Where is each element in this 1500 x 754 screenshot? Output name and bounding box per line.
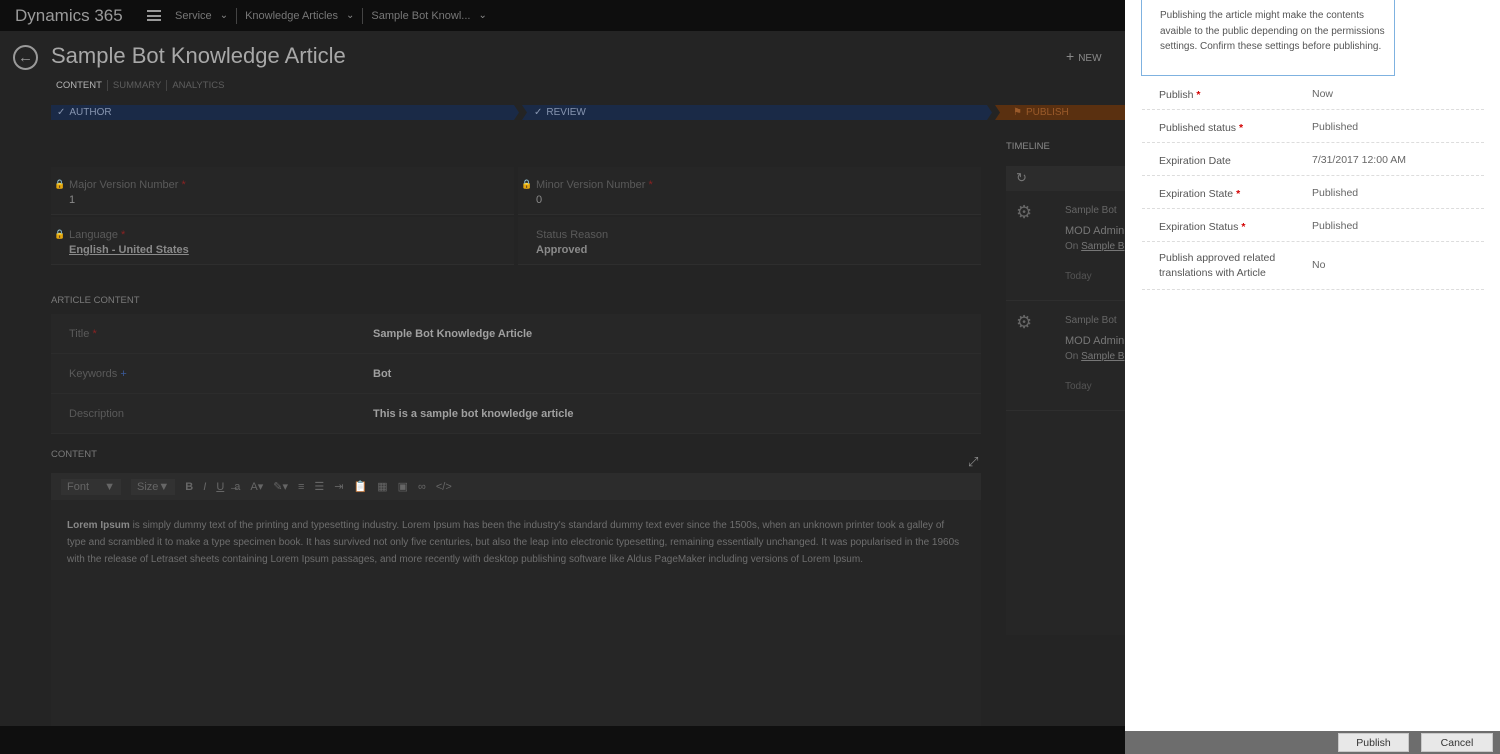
description-field[interactable]: Description This is a sample bot knowled… — [51, 394, 981, 434]
timeline-section: TIMELINE ↻ ⚙ Sample Bot MOD Admin On Sam… — [1006, 141, 1125, 635]
record-page: ← Sample Bot Knowledge Article CONTENT S… — [0, 31, 1125, 726]
font-select[interactable]: Font ▼ — [61, 478, 121, 495]
plus-icon: + — [1066, 48, 1075, 64]
dialog-footer: Publish Cancel — [1125, 731, 1500, 754]
article-content-heading: ARTICLE CONTENT — [51, 295, 140, 306]
strikethrough-icon[interactable]: ̶a — [234, 481, 240, 493]
keywords-field[interactable]: Keywords + Bot — [51, 354, 981, 394]
checkmark-icon: ✓ — [57, 107, 66, 118]
expiration-date-field[interactable]: Expiration Date 7/31/2017 12:00 AM — [1142, 143, 1484, 176]
timeline-item[interactable]: ⚙ Sample Bot MOD Admin On Sample B Today — [1006, 301, 1125, 411]
published-status-field[interactable]: Published status * Published — [1142, 110, 1484, 143]
editor-content[interactable]: Lorem Ipsum is simply dummy text of the … — [51, 500, 981, 585]
publish-dialog: Publishing the article might make the co… — [1125, 0, 1500, 754]
checkmark-icon: ✓ — [534, 107, 543, 118]
timeline-item[interactable]: ⚙ Sample Bot MOD Admin On Sample B Today — [1006, 191, 1125, 301]
major-version-field[interactable]: 🔒 Major Version Number * 1 — [51, 167, 514, 215]
tab-content[interactable]: CONTENT — [56, 80, 108, 91]
hamburger-menu-icon[interactable] — [147, 10, 161, 21]
publish-field[interactable]: Publish * Now — [1142, 77, 1484, 110]
size-select[interactable]: Size ▼ — [131, 478, 176, 495]
process-bar: ✓ AUTHOR ✓ REVIEW ⚑ PUBLISH — [51, 105, 1125, 120]
timeline-list: ↻ ⚙ Sample Bot MOD Admin On Sample B Tod… — [1006, 166, 1125, 635]
system-gear-icon: ⚙ — [1016, 312, 1033, 332]
system-gear-icon: ⚙ — [1016, 202, 1033, 222]
table-icon[interactable]: ▦ — [377, 480, 387, 493]
version-fields: 🔒 Major Version Number * 1 🔒 Minor Versi… — [51, 167, 981, 265]
lock-icon: 🔒 — [54, 179, 66, 189]
content-heading: CONTENT — [51, 449, 97, 460]
timeline-record-link[interactable]: Sample B — [1081, 241, 1124, 252]
expand-icon[interactable]: ⤢ — [968, 454, 978, 470]
breadcrumb-record[interactable]: Sample Bot Knowl... ⌄ — [371, 0, 494, 31]
breadcrumb-knowledge-articles[interactable]: Knowledge Articles ⌄ — [245, 0, 371, 31]
indent-icon[interactable]: ⇥ — [334, 480, 343, 493]
paste-icon[interactable]: 📋 — [354, 480, 368, 493]
underline-icon[interactable]: U — [216, 481, 224, 493]
stage-author[interactable]: ✓ AUTHOR — [51, 105, 519, 120]
publish-settings: Publish * Now Published status * Publish… — [1142, 77, 1484, 290]
app-brand[interactable]: Dynamics 365 — [0, 6, 135, 26]
bullet-list-icon[interactable]: ☰ — [314, 480, 324, 493]
bold-icon[interactable]: B — [185, 481, 193, 493]
font-color-icon[interactable]: A▾ — [250, 480, 263, 493]
back-arrow-icon[interactable]: ← — [13, 45, 38, 70]
editor-toolbar: Font ▼ Size ▼ B I U ̶a A▾ ✎▾ ≡ ☰ ⇥ 📋 ▦ ▣ ∞… — [51, 473, 981, 500]
publish-info-message: Publishing the article might make the co… — [1141, 0, 1395, 76]
breadcrumb-service[interactable]: Service ⌄ — [175, 0, 245, 31]
refresh-icon[interactable]: ↻ — [1006, 166, 1125, 191]
chevron-down-icon[interactable]: ⌄ — [478, 10, 486, 21]
cancel-button[interactable]: Cancel — [1421, 733, 1493, 752]
language-link[interactable]: English - United States — [69, 244, 189, 256]
expiration-status-field[interactable]: Expiration Status * Published — [1142, 209, 1484, 242]
expiration-state-field[interactable]: Expiration State * Published — [1142, 176, 1484, 209]
stage-review[interactable]: ✓ REVIEW — [522, 105, 992, 120]
timeline-record-link[interactable]: Sample B — [1081, 351, 1124, 362]
tab-summary[interactable]: SUMMARY — [108, 80, 168, 91]
flag-icon: ⚑ — [1013, 107, 1022, 118]
lock-icon: 🔒 — [521, 179, 533, 189]
chevron-down-icon[interactable]: ⌄ — [346, 10, 354, 21]
title-field[interactable]: Title * Sample Bot Knowledge Article — [51, 314, 981, 354]
new-button[interactable]: + NEW — [1066, 48, 1102, 64]
status-bar — [0, 726, 1125, 754]
image-icon[interactable]: ▣ — [398, 480, 408, 493]
language-field[interactable]: 🔒 Language * English - United States — [51, 217, 514, 265]
content-editor[interactable]: Font ▼ Size ▼ B I U ̶a A▾ ✎▾ ≡ ☰ ⇥ 📋 ▦ ▣ ∞… — [51, 473, 981, 726]
status-reason-field[interactable]: Status Reason Approved — [518, 217, 981, 265]
publish-translations-field[interactable]: Publish approved related translations wi… — [1142, 242, 1484, 290]
article-content-section: Title * Sample Bot Knowledge Article Key… — [51, 314, 981, 434]
link-icon[interactable]: ∞ — [418, 481, 426, 493]
stage-publish[interactable]: ⚑ PUBLISH — [995, 105, 1125, 120]
publish-button[interactable]: Publish — [1338, 733, 1409, 752]
minor-version-field[interactable]: 🔒 Minor Version Number * 0 — [518, 167, 981, 215]
timeline-heading: TIMELINE — [1006, 141, 1050, 152]
numbered-list-icon[interactable]: ≡ — [298, 481, 304, 493]
tab-analytics[interactable]: ANALYTICS — [167, 80, 229, 91]
italic-icon[interactable]: I — [203, 481, 206, 493]
source-code-icon[interactable]: </> — [436, 481, 452, 493]
page-title: Sample Bot Knowledge Article — [51, 43, 346, 68]
lock-icon: 🔒 — [54, 229, 66, 239]
highlight-icon[interactable]: ✎▾ — [273, 480, 288, 493]
chevron-down-icon[interactable]: ⌄ — [220, 10, 228, 21]
record-tabs: CONTENT SUMMARY ANALYTICS — [56, 80, 229, 91]
